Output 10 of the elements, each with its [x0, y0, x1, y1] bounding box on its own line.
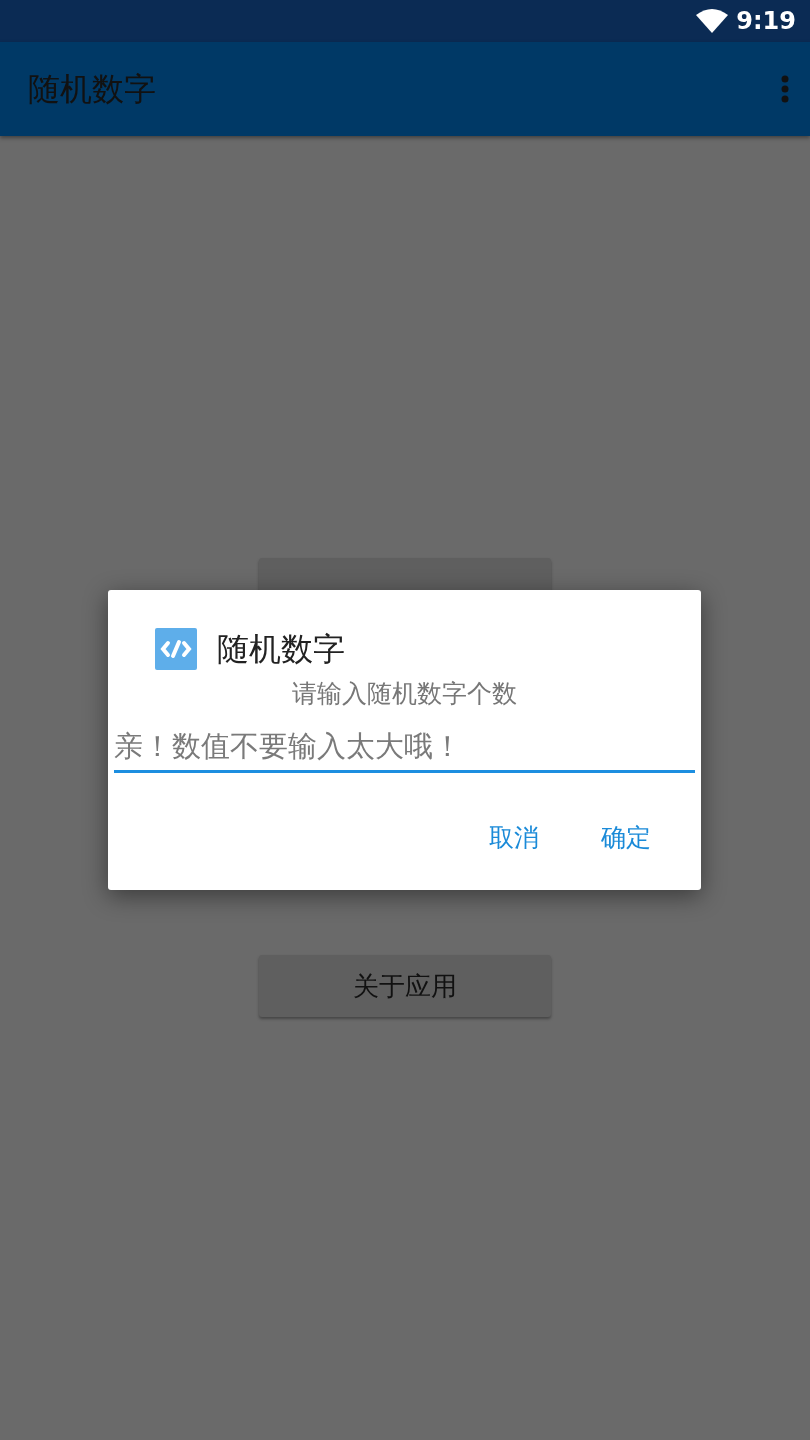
- input-field[interactable]: 亲！数值不要输入太大哦！: [114, 724, 695, 773]
- app-title: 随机数字: [28, 69, 156, 110]
- status-time: 9:19: [736, 6, 796, 37]
- wifi-icon: [696, 9, 729, 33]
- app-icon: [155, 628, 197, 670]
- dialog-title: 随机数字: [217, 629, 345, 670]
- dialog-action-button[interactable]: 确定: [589, 813, 663, 863]
- dialog-message: 请输入随机数字个数: [292, 679, 517, 708]
- dialog-action-button[interactable]: 取消: [477, 813, 551, 863]
- menu-button[interactable]: 关于应用: [259, 955, 551, 1017]
